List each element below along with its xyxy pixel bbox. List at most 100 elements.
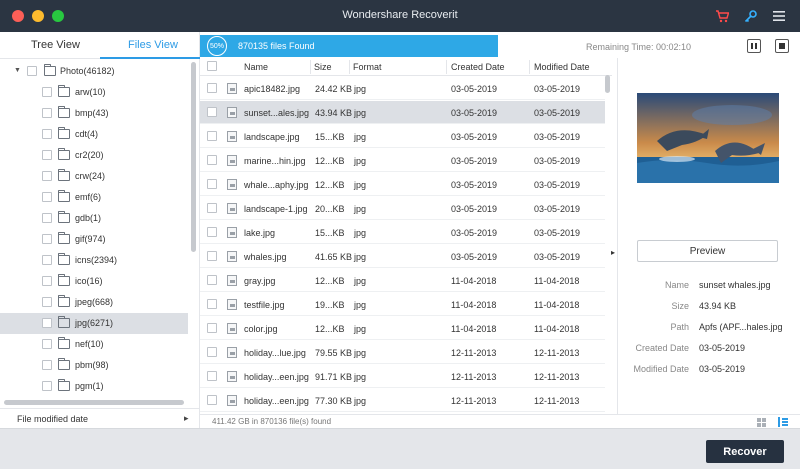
table-row[interactable]: gray.jpg 12...KB jpg 11-04-2018 11-04-2018	[200, 269, 605, 292]
file-type-tree: ▼ Photo(46182) arw(10) bmp(43) cdt(4) cr2(2…	[0, 59, 192, 399]
row-checkbox[interactable]	[207, 83, 217, 93]
table-row[interactable]: whale...aphy.jpg 12...KB jpg 03-05-2019 03-0…	[200, 173, 605, 196]
tree-item[interactable]: pbm(98)	[0, 355, 188, 376]
cell-size: 24.42 KB	[315, 84, 353, 94]
tree-item[interactable]: nef(10)	[0, 334, 188, 355]
row-checkbox[interactable]	[207, 155, 217, 165]
filter-dropdown[interactable]: File modified date ▸	[0, 408, 200, 428]
cell-created: 03-05-2019	[451, 132, 498, 142]
list-view-icon[interactable]	[778, 417, 788, 427]
table-row[interactable]: holiday...lue.jpg 79.55 KB jpg 12-11-2013 12…	[200, 341, 605, 364]
column-header-modified[interactable]: Modified Date	[534, 62, 590, 72]
row-checkbox[interactable]	[207, 107, 217, 117]
tree-horizontal-scrollbar[interactable]	[4, 400, 184, 405]
checkbox[interactable]	[27, 66, 37, 76]
table-row[interactable]: apic18482.jpg 24.42 KB jpg 03-05-2019 03-05-…	[200, 77, 605, 100]
tree-item[interactable]: jpeg(668)	[0, 292, 188, 313]
table-row[interactable]: landscape.jpg 15...KB jpg 03-05-2019 03-05-2…	[200, 125, 605, 148]
row-checkbox[interactable]	[207, 131, 217, 141]
collapse-preview-icon[interactable]: ▸	[611, 248, 615, 257]
grid-view-icon[interactable]	[757, 418, 766, 427]
tree-item[interactable]: jpg(6271)	[0, 313, 188, 334]
preview-button[interactable]: Preview	[637, 240, 778, 262]
remaining-time: Remaining Time: 00:02:10	[586, 42, 692, 52]
pause-button[interactable]	[747, 39, 761, 53]
row-checkbox[interactable]	[207, 179, 217, 189]
column-header-name[interactable]: Name	[244, 62, 268, 72]
tab-files-view[interactable]: Files View	[128, 39, 178, 51]
tree-item[interactable]: arw(10)	[0, 82, 188, 103]
expand-caret-icon[interactable]: ▼	[14, 67, 21, 74]
tree-vertical-scrollbar[interactable]	[191, 62, 196, 252]
status-text: 411.42 GB in 870136 file(s) found	[212, 417, 332, 426]
tab-tree-view[interactable]: Tree View	[31, 39, 80, 51]
checkbox[interactable]	[42, 234, 52, 244]
recover-button[interactable]: Recover	[706, 440, 784, 463]
table-row[interactable]: whales.jpg 41.65 KB jpg 03-05-2019 03-05-201…	[200, 245, 605, 268]
column-header-size[interactable]: Size	[314, 62, 332, 72]
cell-created: 03-05-2019	[451, 204, 498, 214]
cell-created: 03-05-2019	[451, 84, 498, 94]
stop-button[interactable]	[775, 39, 789, 53]
folder-icon	[44, 64, 56, 76]
column-divider	[529, 60, 530, 74]
image-file-icon	[227, 227, 237, 238]
table-row[interactable]: landscape-1.jpg 20...KB jpg 03-05-2019 03-05…	[200, 197, 605, 220]
checkbox[interactable]	[42, 87, 52, 97]
row-checkbox[interactable]	[207, 347, 217, 357]
checkbox[interactable]	[42, 255, 52, 265]
checkbox[interactable]	[42, 360, 52, 370]
tree-item[interactable]: cdt(4)	[0, 124, 188, 145]
table-scrollbar[interactable]	[605, 75, 610, 93]
checkbox[interactable]	[42, 318, 52, 328]
table-row[interactable]: holiday...een.jpg 91.71 KB jpg 12-11-2013 12…	[200, 365, 605, 388]
row-checkbox[interactable]	[207, 299, 217, 309]
cell-modified: 03-05-2019	[534, 156, 581, 166]
row-checkbox[interactable]	[207, 275, 217, 285]
column-header-format[interactable]: Format	[353, 62, 382, 72]
tree-item[interactable]: gif(974)	[0, 229, 188, 250]
checkbox[interactable]	[42, 276, 52, 286]
tree-item[interactable]: pgm(1)	[0, 376, 188, 397]
checkbox[interactable]	[42, 213, 52, 223]
checkbox[interactable]	[42, 150, 52, 160]
row-checkbox[interactable]	[207, 227, 217, 237]
table-row[interactable]: sunset...ales.jpg 43.94 KB jpg 03-05-2019 03…	[200, 101, 605, 124]
row-checkbox[interactable]	[207, 371, 217, 381]
checkbox[interactable]	[42, 381, 52, 391]
tree-item[interactable]: icns(2394)	[0, 250, 188, 271]
table-row[interactable]: testfile.jpg 19...KB jpg 11-04-2018 11-04-20…	[200, 293, 605, 316]
row-checkbox[interactable]	[207, 395, 217, 405]
tree-item[interactable]: gdb(1)	[0, 208, 188, 229]
cell-modified: 11-04-2018	[534, 324, 580, 334]
tree-item[interactable]: emf(6)	[0, 187, 188, 208]
tree-root-photo[interactable]: ▼ Photo(46182)	[0, 61, 188, 82]
cart-icon[interactable]	[713, 7, 731, 25]
progress-percent: 50%	[207, 36, 227, 56]
row-checkbox[interactable]	[207, 251, 217, 261]
tree-item[interactable]: bmp(43)	[0, 103, 188, 124]
menu-icon[interactable]	[770, 7, 788, 25]
tree-item[interactable]: ico(16)	[0, 271, 188, 292]
row-checkbox[interactable]	[207, 323, 217, 333]
tree-item[interactable]: crw(24)	[0, 166, 188, 187]
row-checkbox[interactable]	[207, 203, 217, 213]
cell-format: jpg	[354, 132, 367, 142]
cell-modified: 03-05-2019	[534, 180, 581, 190]
checkbox[interactable]	[42, 339, 52, 349]
cell-modified: 03-05-2019	[534, 84, 581, 94]
table-row[interactable]: lake.jpg 15...KB jpg 03-05-2019 03-05-2019	[200, 221, 605, 244]
checkbox[interactable]	[42, 192, 52, 202]
key-icon[interactable]	[741, 7, 759, 25]
checkbox[interactable]	[42, 129, 52, 139]
column-header-created[interactable]: Created Date	[451, 62, 505, 72]
tree-item[interactable]: cr2(20)	[0, 145, 188, 166]
meta-key: Name	[664, 280, 689, 290]
checkbox[interactable]	[42, 171, 52, 181]
checkbox[interactable]	[42, 108, 52, 118]
table-row[interactable]: color.jpg 12...KB jpg 11-04-2018 11-04-2018	[200, 317, 605, 340]
checkbox[interactable]	[42, 297, 52, 307]
table-row[interactable]: marine...hin.jpg 12...KB jpg 03-05-2019 03-0…	[200, 149, 605, 172]
select-all-checkbox[interactable]	[207, 61, 217, 71]
table-row[interactable]: holiday...een.jpg 77.30 KB jpg 12-11-2013 12…	[200, 389, 605, 412]
